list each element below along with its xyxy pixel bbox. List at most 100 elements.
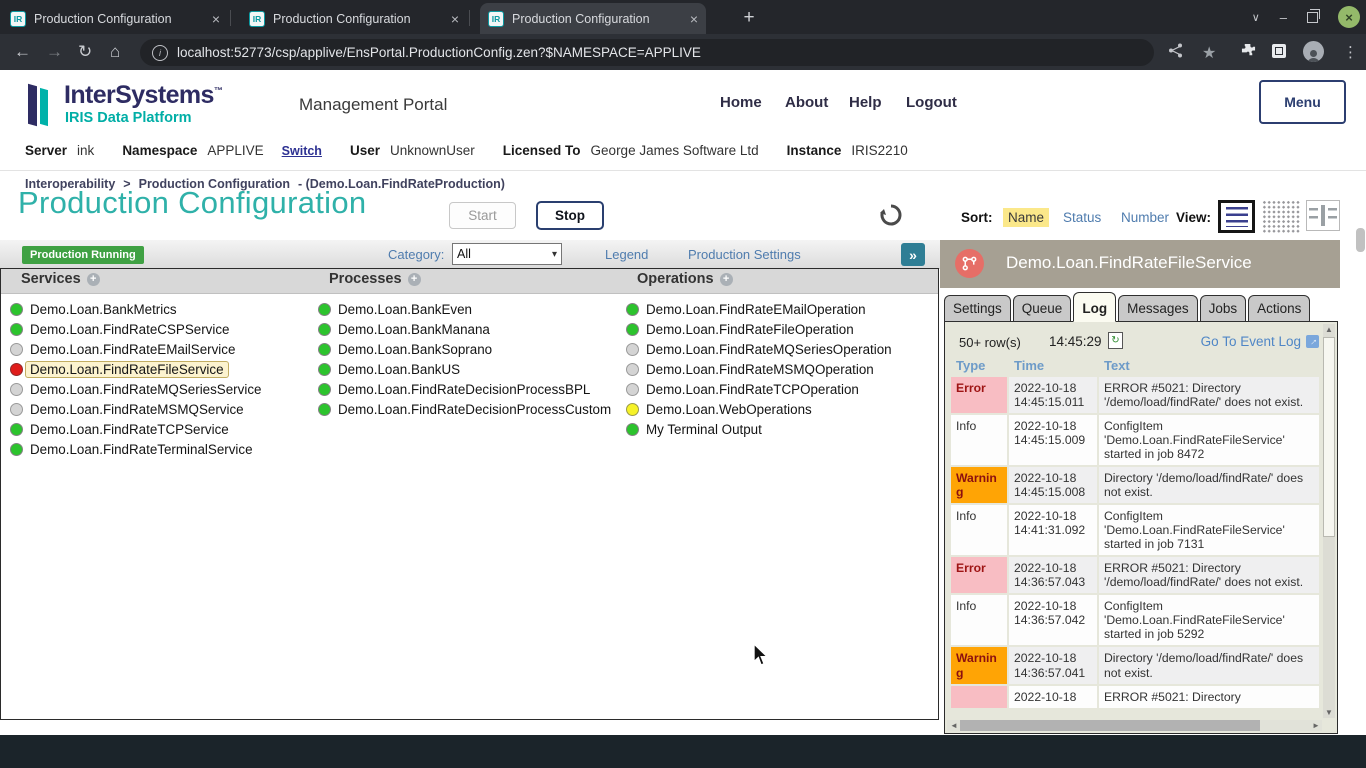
services-list: Demo.Loan.BankMetrics Demo.Loan.FindRate… — [10, 299, 261, 459]
add-process-icon[interactable]: + — [408, 273, 421, 286]
tab-close-icon[interactable]: × — [212, 12, 220, 26]
log-horizontal-scrollbar[interactable]: ◄ ► — [947, 720, 1322, 731]
browser-tab-3[interactable]: IR Production Configuration × — [480, 3, 706, 34]
service-item[interactable]: Demo.Loan.FindRateMQSeriesService — [10, 379, 261, 399]
header-divider — [0, 170, 1366, 171]
browser-tab-2[interactable]: IR Production Configuration × — [241, 3, 467, 34]
tab-search-chevron-icon[interactable]: ∨ — [1252, 11, 1260, 24]
window-maximize-button[interactable] — [1307, 12, 1318, 23]
process-item[interactable]: Demo.Loan.BankManana — [318, 319, 611, 339]
nav-home[interactable]: Home — [720, 94, 762, 111]
tab-jobs[interactable]: Jobs — [1200, 295, 1247, 322]
process-item[interactable]: Demo.Loan.BankEven — [318, 299, 611, 319]
process-item-label: Demo.Loan.BankUS — [338, 362, 460, 377]
process-item[interactable]: Demo.Loan.FindRateDecisionProcessCustom — [318, 399, 611, 419]
sort-status-option[interactable]: Status — [1058, 208, 1106, 227]
start-button[interactable]: Start — [449, 202, 516, 229]
bookmark-star-icon[interactable]: ★ — [1202, 43, 1216, 63]
status-dot — [626, 343, 639, 356]
profile-avatar[interactable] — [1303, 41, 1324, 62]
screenshot-extension-icon[interactable] — [1272, 44, 1286, 58]
legend-link[interactable]: Legend — [605, 247, 648, 262]
nav-about[interactable]: About — [785, 94, 828, 111]
add-operation-icon[interactable]: + — [720, 273, 733, 286]
user-value: UnknownUser — [390, 143, 475, 158]
scroll-down-icon[interactable]: ▼ — [1323, 708, 1335, 717]
operation-item-label: Demo.Loan.WebOperations — [646, 402, 812, 417]
window-minimize-button[interactable]: – — [1280, 10, 1287, 25]
service-item[interactable]: Demo.Loan.FindRateMSMQService — [10, 399, 261, 419]
menu-button[interactable]: Menu — [1259, 80, 1346, 124]
service-item[interactable]: Demo.Loan.FindRateEMailService — [10, 339, 261, 359]
status-dot — [318, 383, 331, 396]
log-time-cell: 2022-10-18 14:36:57.041 — [1009, 647, 1097, 683]
process-item[interactable]: Demo.Loan.BankSoprano — [318, 339, 611, 359]
url-field[interactable]: i localhost:52773/csp/applive/EnsPortal.… — [140, 39, 1154, 66]
log-vertical-scrollbar[interactable]: ▲ ▼ — [1323, 324, 1335, 718]
new-tab-button[interactable]: + — [737, 6, 761, 30]
back-icon[interactable]: ← — [14, 42, 31, 62]
category-label: Category: — [388, 247, 444, 262]
service-item[interactable]: Demo.Loan.FindRateTerminalService — [10, 439, 261, 459]
tab-close-icon[interactable]: × — [451, 12, 459, 26]
operation-item[interactable]: Demo.Loan.FindRateMQSeriesOperation — [626, 339, 892, 359]
service-item[interactable]: Demo.Loan.FindRateCSPService — [10, 319, 261, 339]
go-to-event-log-link[interactable]: Go To Event Log — [1201, 334, 1301, 349]
add-service-icon[interactable]: + — [87, 273, 100, 286]
category-select[interactable]: All ▾ — [452, 243, 562, 265]
process-item[interactable]: Demo.Loan.FindRateDecisionProcessBPL — [318, 379, 611, 399]
namespace-label: Namespace — [122, 143, 197, 158]
tab-close-icon[interactable]: × — [690, 12, 698, 26]
tab-separator — [469, 10, 470, 26]
scrollbar-thumb[interactable] — [960, 720, 1260, 731]
window-close-button[interactable]: × — [1338, 6, 1360, 28]
operation-item[interactable]: Demo.Loan.WebOperations — [626, 399, 892, 419]
extensions-puzzle-icon[interactable] — [1241, 43, 1256, 62]
tab-title: Production Configuration — [512, 12, 650, 26]
switch-link[interactable]: Switch — [282, 144, 322, 158]
tab-messages[interactable]: Messages — [1118, 295, 1198, 322]
tab-queue[interactable]: Queue — [1013, 295, 1072, 322]
reload-icon[interactable]: ↻ — [78, 42, 92, 62]
scrollbar-thumb[interactable] — [1323, 337, 1335, 537]
service-item-selected[interactable]: Demo.Loan.FindRateFileService — [10, 359, 261, 379]
operation-item[interactable]: Demo.Loan.FindRateTCPOperation — [626, 379, 892, 399]
nav-logout[interactable]: Logout — [906, 94, 957, 111]
operation-item[interactable]: Demo.Loan.FindRateFileOperation — [626, 319, 892, 339]
view-list-button[interactable] — [1218, 200, 1255, 233]
scroll-right-icon[interactable]: ► — [1311, 721, 1321, 730]
log-text-cell: ConfigItem 'Demo.Loan.FindRateFileServic… — [1099, 595, 1319, 645]
tab-actions[interactable]: Actions — [1248, 295, 1310, 322]
log-refresh-icon[interactable]: ↻ — [1108, 332, 1123, 349]
forward-icon[interactable]: → — [46, 42, 63, 62]
tab-settings[interactable]: Settings — [944, 295, 1011, 322]
service-item[interactable]: Demo.Loan.FindRateTCPService — [10, 419, 261, 439]
page-scrollbar-thumb[interactable] — [1356, 228, 1365, 252]
service-item-label: Demo.Loan.FindRateTCPService — [30, 422, 229, 437]
operation-item[interactable]: Demo.Loan.FindRateEMailOperation — [626, 299, 892, 319]
production-settings-link[interactable]: Production Settings — [688, 247, 801, 262]
intersystems-logo-icon — [28, 83, 58, 131]
expand-panel-button[interactable]: » — [901, 243, 925, 266]
stop-button[interactable]: Stop — [536, 201, 604, 230]
tab-log[interactable]: Log — [1073, 292, 1116, 322]
service-item[interactable]: Demo.Loan.BankMetrics — [10, 299, 261, 319]
scroll-left-icon[interactable]: ◄ — [948, 721, 960, 730]
process-item[interactable]: Demo.Loan.BankUS — [318, 359, 611, 379]
scroll-up-icon[interactable]: ▲ — [1323, 325, 1335, 334]
sort-number-option[interactable]: Number — [1116, 208, 1174, 227]
sort-name-option[interactable]: Name — [1003, 208, 1049, 227]
view-split-button[interactable] — [1306, 200, 1340, 231]
browser-tab-1[interactable]: IR Production Configuration × — [2, 3, 228, 34]
share-icon[interactable] — [1168, 43, 1183, 62]
site-info-icon[interactable]: i — [152, 45, 168, 61]
view-grid-button[interactable] — [1262, 200, 1300, 233]
log-col-time: Time — [1009, 356, 1097, 375]
kebab-menu-icon[interactable]: ⋮ — [1343, 43, 1358, 61]
home-icon[interactable]: ⌂ — [110, 42, 120, 62]
external-link-icon[interactable]: → — [1306, 335, 1319, 348]
refresh-spinner-icon[interactable] — [879, 203, 903, 232]
operation-item[interactable]: Demo.Loan.FindRateMSMQOperation — [626, 359, 892, 379]
nav-help[interactable]: Help — [849, 94, 882, 111]
operation-item[interactable]: My Terminal Output — [626, 419, 892, 439]
